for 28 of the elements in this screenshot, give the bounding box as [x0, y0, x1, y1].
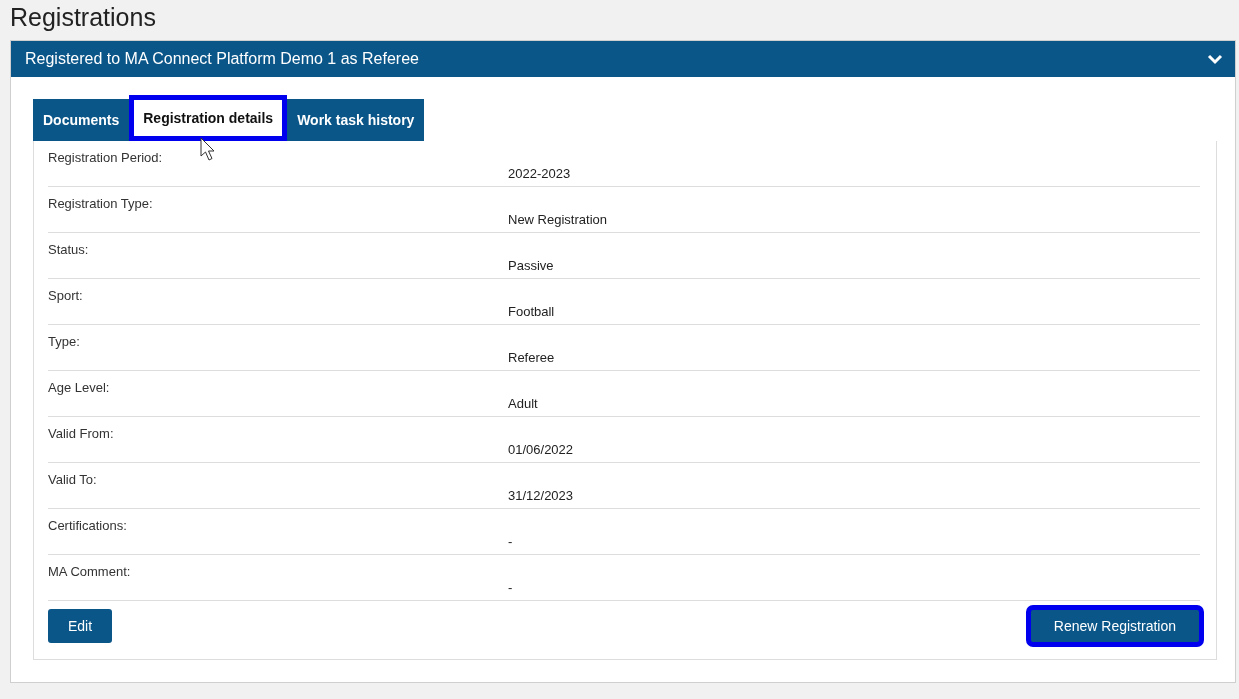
field-value: 2022-2023	[508, 165, 571, 183]
field-value: -	[508, 533, 513, 551]
field-value: New Registration	[508, 211, 607, 229]
field-value: -	[508, 579, 513, 597]
field-value: Football	[508, 303, 555, 321]
action-button[interactable]: Edit	[48, 609, 113, 643]
field-label: Certifications:	[48, 518, 127, 533]
field-label: Valid From:	[48, 426, 114, 441]
tab[interactable]: Registration details	[129, 95, 288, 141]
field-label: Registration Period:	[48, 150, 163, 165]
field-value: 01/06/2022	[508, 441, 574, 459]
field-label: Sport:	[48, 288, 83, 303]
field-value: Referee	[508, 349, 555, 367]
tab[interactable]: Work task history	[287, 99, 425, 141]
field-value: 31/12/2023	[508, 487, 574, 505]
chevron-icon[interactable]	[1207, 53, 1223, 65]
field-value: Passive	[508, 257, 554, 275]
panel-header[interactable]: Registered to MA Connect Platform Demo 1 as Referee	[11, 41, 1235, 77]
field-label: Registration Type:	[48, 196, 153, 211]
panel-title: Registered to MA Connect Platform Demo 1 as Referee	[25, 50, 419, 68]
tab[interactable]: Documents	[33, 99, 130, 141]
page-title: Registrations	[10, 2, 156, 32]
field-label: Age Level:	[48, 380, 110, 395]
field-label: Status:	[48, 242, 89, 257]
field-label: MA Comment:	[48, 564, 131, 579]
field-label: Valid To:	[48, 472, 97, 487]
field-label: Type:	[48, 334, 80, 349]
field-value: Adult	[508, 395, 538, 413]
